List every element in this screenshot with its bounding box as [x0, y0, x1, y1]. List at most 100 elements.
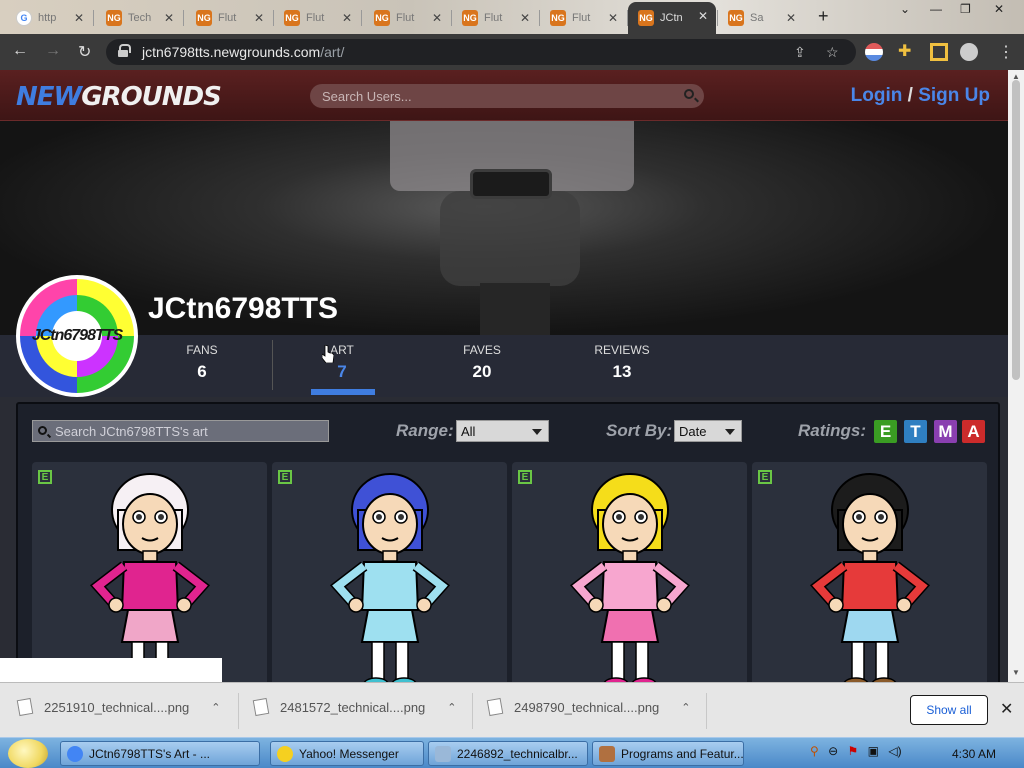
tab-close-icon[interactable]: ✕ — [786, 11, 796, 25]
url-text[interactable]: jctn6798tts.newgrounds.com/art/ — [142, 44, 344, 60]
download-item[interactable]: 2481572_technical....png ⌃ — [252, 697, 457, 717]
browser-tab[interactable]: NG JCtn ✕ — [628, 2, 716, 34]
art-card[interactable]: E — [752, 462, 987, 682]
range-select-value: All — [461, 424, 476, 439]
browser-tab[interactable]: NG Flut ✕ — [186, 4, 272, 32]
page-scrollbar[interactable]: ▲ ▼ — [1008, 70, 1024, 682]
art-search-icon[interactable] — [38, 426, 47, 435]
show-all-downloads-button[interactable]: Show all — [910, 695, 988, 725]
flag-tray-icon[interactable]: ⚑ — [848, 744, 859, 758]
login-link[interactable]: Login — [851, 85, 903, 106]
start-button[interactable] — [8, 739, 48, 768]
taskbar-item[interactable]: Programs and Featur... — [592, 741, 744, 766]
rating-filter-e[interactable]: E — [874, 420, 897, 443]
tab-close-icon[interactable]: ✕ — [74, 11, 84, 25]
chevron-up-icon[interactable]: ⌃ — [681, 701, 690, 714]
ratings-label: Ratings: — [798, 421, 866, 440]
extensions-puzzle-icon[interactable]: ✚ — [898, 41, 916, 60]
tab-close-icon[interactable]: ✕ — [698, 9, 708, 23]
rating-badge: E — [758, 470, 772, 484]
stat-art[interactable]: ART 7 — [302, 343, 382, 382]
rating-badge: E — [518, 470, 532, 484]
range-select[interactable]: All — [456, 420, 549, 442]
lock-icon[interactable] — [118, 44, 131, 57]
new-tab-button[interactable]: + — [818, 6, 829, 27]
back-icon[interactable]: ← — [12, 42, 28, 60]
user-search — [310, 84, 704, 108]
tab-close-icon[interactable]: ✕ — [520, 11, 530, 25]
minus-tray-icon[interactable]: ⊖ — [828, 744, 838, 758]
art-card[interactable]: E — [32, 462, 267, 682]
window-close-icon[interactable]: ✕ — [994, 2, 1004, 16]
network-tray-icon[interactable]: ▣ — [868, 744, 879, 758]
address-bar[interactable]: jctn6798tts.newgrounds.com/art/ ⇪ ☆ — [106, 39, 856, 65]
scrollbar-thumb[interactable] — [1012, 80, 1020, 380]
rating-filter-m[interactable]: M — [934, 420, 957, 443]
profile-avatar-icon[interactable] — [960, 43, 978, 61]
rating-filter-t[interactable]: T — [904, 420, 927, 443]
browser-tab[interactable]: NG Flut ✕ — [540, 4, 626, 32]
tab-close-icon[interactable]: ✕ — [342, 11, 352, 25]
tab-close-icon[interactable]: ✕ — [254, 11, 264, 25]
browser-toolbar: ← → ↻ jctn6798tts.newgrounds.com/art/ ⇪ … — [0, 34, 1024, 70]
stat-label: FANS — [186, 343, 218, 357]
user-search-input[interactable] — [322, 87, 672, 105]
reload-icon[interactable]: ↻ — [78, 42, 91, 62]
download-item[interactable]: 2251910_technical....png ⌃ — [16, 697, 221, 717]
rating-filter-a[interactable]: A — [962, 420, 985, 443]
reading-list-icon[interactable] — [930, 43, 948, 61]
art-card[interactable]: E — [512, 462, 747, 682]
tab-close-icon[interactable]: ✕ — [432, 11, 442, 25]
share-icon[interactable]: ⇪ — [794, 44, 806, 61]
stat-faves[interactable]: FAVES 20 — [442, 343, 522, 382]
bookmark-star-icon[interactable]: ☆ — [826, 44, 839, 61]
tab-close-icon[interactable]: ✕ — [164, 11, 174, 25]
signup-link[interactable]: Sign Up — [918, 85, 990, 106]
search-tray-icon[interactable]: ⚲ — [810, 744, 819, 758]
clock[interactable]: 4:30 AM — [952, 747, 996, 761]
close-downloads-icon[interactable]: ✕ — [1000, 699, 1013, 719]
tab-search-icon[interactable]: ⌄ — [900, 2, 910, 16]
browser-tab[interactable]: NG Sa ✕ — [718, 4, 804, 32]
download-item[interactable]: 2498790_technical....png ⌃ — [486, 697, 691, 717]
browser-tab[interactable]: Ghttp ✕ — [6, 4, 92, 32]
browser-tab[interactable]: NG Flut ✕ — [364, 4, 450, 32]
tab-title: http — [38, 12, 57, 24]
art-card[interactable]: E — [272, 462, 507, 682]
newgrounds-logo[interactable]: NEWGROUNDS — [16, 82, 222, 112]
tab-close-icon[interactable]: ✕ — [608, 11, 618, 25]
mouse-cursor-icon — [322, 345, 334, 363]
character-artwork — [89, 473, 211, 682]
browser-tab[interactable]: NG Tech ✕ — [96, 4, 182, 32]
newgrounds-favicon-icon: NG — [106, 10, 122, 26]
taskbar-item-label: Yahoo! Messenger — [299, 746, 399, 761]
chevron-up-icon[interactable]: ⌃ — [447, 701, 456, 714]
taskbar-item[interactable]: Yahoo! Messenger — [270, 741, 424, 766]
browser-tab[interactable]: NG Flut ✕ — [274, 4, 360, 32]
search-icon[interactable] — [684, 89, 694, 99]
banner-visor — [470, 169, 552, 199]
stat-reviews[interactable]: REVIEWS 13 — [582, 343, 662, 382]
browser-menu-icon[interactable]: ⋮ — [998, 42, 1014, 62]
sort-label: Sort By: — [606, 421, 673, 440]
restore-icon[interactable]: ❐ — [960, 2, 971, 16]
art-search-input[interactable] — [55, 423, 323, 439]
scroll-down-icon[interactable]: ▼ — [1012, 668, 1020, 677]
extension-flag-icon[interactable] — [865, 43, 883, 61]
sort-select[interactable]: Date — [674, 420, 742, 442]
stat-fans[interactable]: FANS 6 — [162, 343, 242, 382]
web-page: NEWGROUNDS Login / Sign Up FANS 6 ART 7 FAVE… — [0, 70, 1008, 682]
character-artwork — [569, 473, 691, 682]
screen: + ⌄ — ❐ ✕ Ghttp ✕ NG Tech ✕ NG Flut ✕ NG Flut ✕ NG F… — [0, 0, 1024, 768]
volume-tray-icon[interactable]: ◁) — [888, 744, 901, 758]
chevron-up-icon[interactable]: ⌃ — [211, 701, 220, 714]
browser-tab[interactable]: NG Flut ✕ — [452, 4, 538, 32]
minimize-icon[interactable]: — — [930, 2, 942, 16]
forward-icon[interactable]: → — [45, 42, 61, 60]
profile-avatar[interactable]: JCtn6798TTS — [16, 275, 138, 397]
taskbar-item[interactable]: JCtn6798TTS's Art - ... — [60, 741, 260, 766]
taskbar-item[interactable]: 2246892_technicalbr... — [428, 741, 588, 766]
windows-taskbar: ⚲ ⊖ ⚑ ▣ ◁) 4:30 AM JCtn6798TTS's Art - .… — [0, 737, 1024, 768]
character-artwork — [329, 473, 451, 682]
control-panel-icon — [599, 745, 615, 762]
